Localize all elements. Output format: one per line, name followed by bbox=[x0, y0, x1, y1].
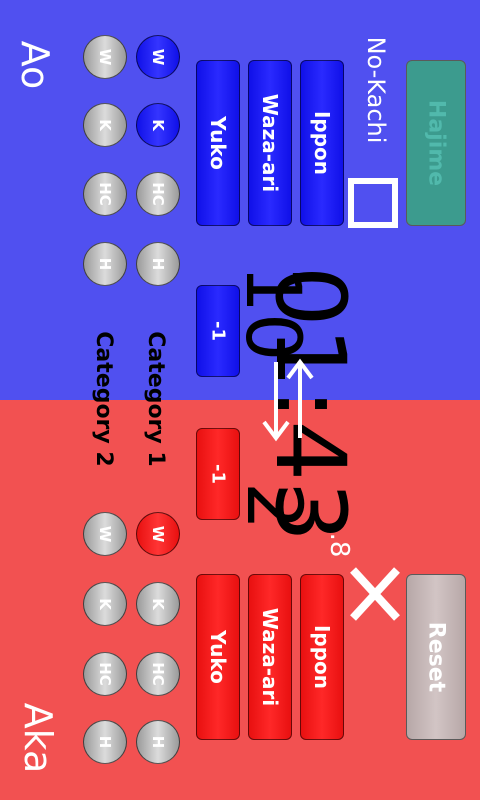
aka-cat1-h-penalty[interactable]: H bbox=[136, 720, 180, 764]
aka-cat2-w-penalty[interactable]: W bbox=[83, 512, 127, 556]
ao-cat2-k-penalty[interactable]: K bbox=[83, 103, 127, 147]
ao-cat2-h-penalty[interactable]: H bbox=[83, 242, 127, 286]
timer-tenths: .8 bbox=[324, 532, 354, 558]
ao-label: Ao bbox=[13, 40, 57, 90]
ao-ippon-button[interactable]: Ippon bbox=[300, 60, 344, 226]
close-x-icon[interactable] bbox=[345, 562, 405, 626]
aka-label: Aka bbox=[16, 702, 60, 774]
reset-button[interactable]: Reset bbox=[406, 574, 466, 740]
aka-score: 2 bbox=[230, 481, 320, 531]
aka-yuko-button[interactable]: Yuko bbox=[196, 574, 240, 740]
ao-waza-ari-button[interactable]: Waza-ari bbox=[248, 60, 292, 226]
ao-cat1-hc-penalty[interactable]: HC bbox=[136, 172, 180, 216]
hajime-button[interactable]: Hajime bbox=[406, 60, 466, 226]
category-1-label: Category 1 bbox=[143, 331, 169, 467]
aka-cat2-hc-penalty[interactable]: HC bbox=[83, 652, 127, 696]
ao-yuko-button[interactable]: Yuko bbox=[196, 60, 240, 226]
aka-cat2-h-penalty[interactable]: H bbox=[83, 720, 127, 764]
aka-cat1-w-penalty[interactable]: W bbox=[136, 512, 180, 556]
aka-cat2-k-penalty[interactable]: K bbox=[83, 582, 127, 626]
aka-waza-ari-button[interactable]: Waza-ari bbox=[248, 574, 292, 740]
category-2-label: Category 2 bbox=[91, 331, 117, 467]
ao-cat2-w-penalty[interactable]: W bbox=[83, 35, 127, 79]
no-kachi-checkbox[interactable] bbox=[348, 178, 398, 228]
ao-cat2-hc-penalty[interactable]: HC bbox=[83, 172, 127, 216]
aka-ippon-button[interactable]: Ippon bbox=[300, 574, 344, 740]
ao-cat1-h-penalty[interactable]: H bbox=[136, 242, 180, 286]
swap-arrows-icon[interactable] bbox=[258, 358, 318, 442]
ao-cat1-w-penalty[interactable]: W bbox=[136, 35, 180, 79]
ao-score: 10 bbox=[229, 264, 319, 362]
aka-cat1-k-penalty[interactable]: K bbox=[136, 582, 180, 626]
aka-cat1-hc-penalty[interactable]: HC bbox=[136, 652, 180, 696]
ao-cat1-k-penalty[interactable]: K bbox=[136, 103, 180, 147]
no-kachi-label: No-Kachi bbox=[362, 36, 390, 144]
